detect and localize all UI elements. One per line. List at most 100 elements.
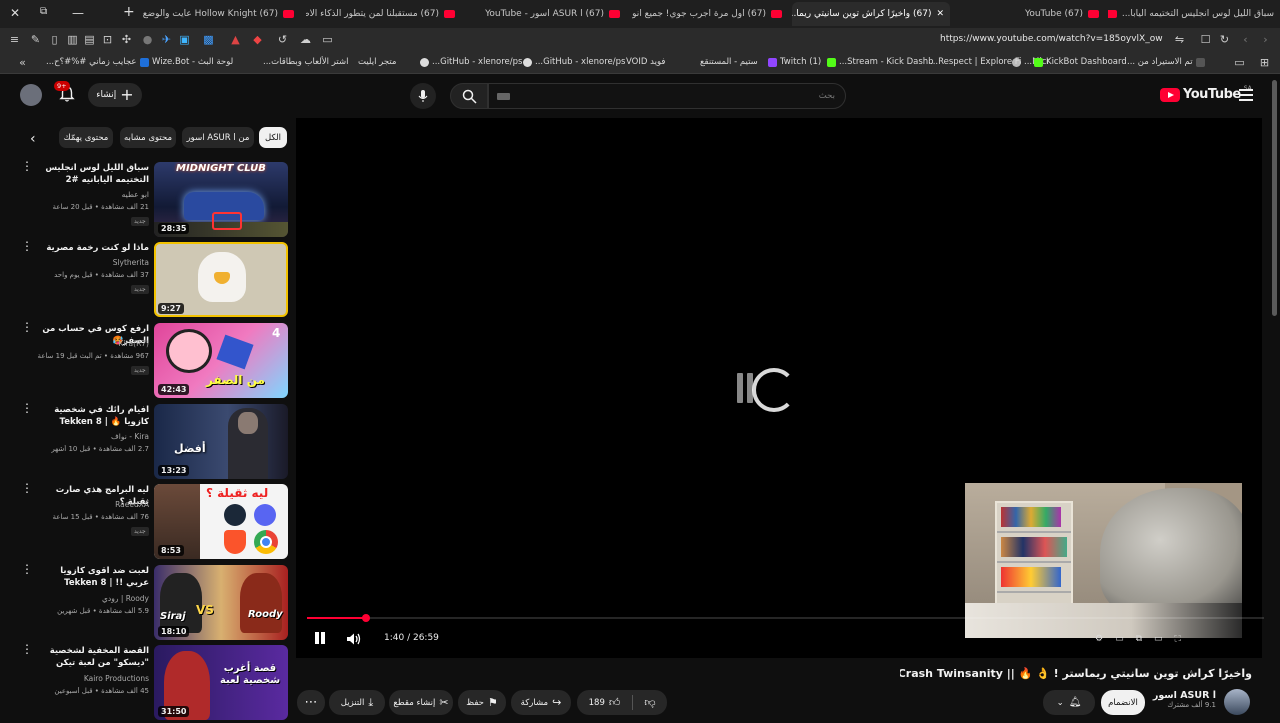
translate-ext-icon[interactable]: ▣ bbox=[178, 33, 191, 46]
more-actions-icon[interactable]: ⋮ bbox=[21, 160, 33, 172]
video-title[interactable]: افيام رائك في شخصية كازويا 🔥 | Tekken 8 bbox=[40, 404, 149, 428]
site-settings-icon[interactable]: ⇋ bbox=[1173, 33, 1186, 46]
capture-icon[interactable]: ⊡ bbox=[101, 33, 114, 46]
channel-avatar[interactable] bbox=[1224, 689, 1250, 715]
voice-search-button[interactable] bbox=[410, 83, 436, 109]
chip-similar[interactable]: محتوى مشابه bbox=[120, 127, 176, 148]
chip-from-channel[interactable]: من ASUR l اسور bbox=[182, 127, 254, 148]
video-title[interactable]: القصة المخفية لشخصية "ديسكو" من لعبة تيك… bbox=[40, 645, 149, 669]
adblock-ext-icon[interactable]: ▲ bbox=[229, 33, 242, 46]
more-actions-icon[interactable]: ⋮ bbox=[21, 402, 33, 414]
video-title[interactable]: ماذا لو كنت رخمة مصرية bbox=[40, 242, 149, 254]
list-item[interactable]: MIDNIGHT CLUB 28:35 سباق الليل لوس انجلي… bbox=[0, 160, 292, 240]
search-button[interactable] bbox=[450, 83, 488, 109]
video-title[interactable]: سباق الليل لوس انجليس التختيمه اليابانيه… bbox=[40, 162, 149, 186]
minimize-window-icon[interactable]: — bbox=[72, 6, 84, 20]
avatar[interactable] bbox=[20, 84, 42, 106]
progress-scrubber[interactable] bbox=[362, 614, 370, 622]
twitter-ext-icon[interactable]: ✈ bbox=[160, 33, 173, 46]
channel-name[interactable]: Roody | رودي bbox=[40, 594, 149, 603]
progress-track[interactable] bbox=[307, 614, 1264, 622]
dot-icon[interactable]: ● bbox=[141, 33, 154, 46]
bookmark-item[interactable]: تم الاستيراد من ... bbox=[1127, 57, 1205, 67]
close-tab-icon[interactable]: ✕ bbox=[936, 9, 944, 19]
bookmark-item[interactable]: اشتر الألعاب وبطاقات... bbox=[263, 57, 348, 67]
history-ext-icon[interactable]: ↺ bbox=[276, 33, 289, 46]
youtube-logo[interactable]: YouTube SA bbox=[1160, 85, 1252, 102]
more-actions-icon[interactable]: ⋮ bbox=[21, 321, 33, 333]
channel-name[interactable]: Kira - نواف bbox=[40, 432, 149, 441]
tab-current-video[interactable]: ✕ (67) واخيرًا كراش توين سانيتي ريما... bbox=[792, 2, 950, 26]
more-actions-icon[interactable]: ⋮ bbox=[21, 643, 33, 655]
bookmark-item[interactable]: Respect | Explore Fi... bbox=[930, 57, 1021, 67]
close-window-icon[interactable]: ✕ bbox=[10, 6, 20, 20]
search-input[interactable]: بحث bbox=[488, 83, 846, 109]
chip-all[interactable]: الكل bbox=[259, 127, 287, 148]
tab-midnight-club[interactable]: سباق الليل لوس انجليس التختيمه اليابا... bbox=[1108, 2, 1280, 26]
notifications-bell-icon[interactable]: 9+ bbox=[54, 81, 75, 103]
ublock-ext-icon[interactable]: ◆ bbox=[251, 33, 264, 46]
save-button[interactable]: ⚑ حفظ bbox=[458, 690, 506, 715]
list-item[interactable]: من الصفر 4 42:43 ارفع كوس في حساب من الص… bbox=[0, 321, 292, 401]
clip-button[interactable]: ✂ إنشاء مقطع bbox=[389, 690, 453, 715]
cast-ext-icon[interactable]: ▩ bbox=[202, 33, 215, 46]
bookmark-item[interactable]: متجر ايليت bbox=[358, 57, 396, 67]
join-button[interactable]: الانضمام bbox=[1101, 690, 1145, 715]
sidebar-icon[interactable]: ▯ bbox=[48, 33, 61, 46]
menu-icon[interactable]: ≡ bbox=[8, 33, 21, 46]
forward-icon[interactable]: › bbox=[1259, 33, 1272, 46]
channel-name[interactable]: Kira(R7) bbox=[40, 339, 149, 348]
theater-icon[interactable]: ▭ bbox=[1154, 634, 1175, 644]
bookmark-item[interactable]: فويد VOID bbox=[626, 57, 665, 67]
more-actions-icon[interactable]: ⋮ bbox=[21, 240, 33, 252]
more-actions-icon[interactable]: ⋮ bbox=[21, 563, 33, 575]
page-scrollbar[interactable] bbox=[1272, 80, 1277, 316]
subtitles-icon[interactable]: ▭ bbox=[1115, 634, 1136, 644]
chip-related-to-you[interactable]: محتوى يهمّك bbox=[59, 127, 113, 148]
bookmark-item[interactable]: Stream - Kick Dashb... bbox=[827, 57, 934, 67]
miniplayer-icon[interactable]: ⧉ bbox=[1136, 634, 1154, 644]
cloud-ext-icon[interactable]: ☁ bbox=[299, 33, 312, 46]
download-button[interactable]: ⤓ التنزيل bbox=[329, 690, 385, 715]
reader-icon[interactable]: ▤ bbox=[83, 33, 96, 46]
bookmark-icon[interactable]: ☐ bbox=[1199, 33, 1212, 46]
chevron-left-icon[interactable]: ‹ bbox=[30, 131, 36, 147]
bookmark-item[interactable]: GitHub - xlenore/ps... bbox=[420, 57, 522, 67]
tab-hollow-knight[interactable]: (67) Hollow Knight عايت والوضع ضياع ... bbox=[140, 2, 300, 26]
notification-subscribe-button[interactable]: 🔔︎ ⌄ bbox=[1043, 690, 1095, 715]
new-tab-icon[interactable]: + bbox=[123, 4, 135, 20]
channel-name[interactable]: RaeedXA bbox=[40, 500, 149, 509]
more-actions-icon[interactable]: ⋮ bbox=[21, 482, 33, 494]
dislike-icon[interactable]: 👎︎ bbox=[633, 696, 667, 709]
bookmark-item[interactable]: KickBot Dashboard bbox=[1034, 57, 1127, 67]
tab-youtube-home[interactable]: (67) YouTube bbox=[955, 2, 1105, 26]
list-item[interactable]: 9:27 ماذا لو كنت رخمة مصرية Slytherita 3… bbox=[0, 240, 292, 320]
bookmark-item[interactable]: Twitch (1) bbox=[768, 57, 821, 67]
bookmark-item[interactable]: لوحة البث - Wize.Bot bbox=[140, 57, 233, 67]
tab-ai-future[interactable]: (67) مستقبلنا لمن يتطور الذكاء الاصطن... bbox=[306, 2, 461, 26]
hamburger-menu-icon[interactable] bbox=[1239, 89, 1253, 101]
bookmark-item[interactable]: عجايب زماني #%#؟ح... bbox=[46, 57, 136, 67]
extensions-icon[interactable]: ✣ bbox=[120, 33, 133, 46]
channel-name[interactable]: ابو عطيه bbox=[40, 190, 149, 199]
share-button[interactable]: ↪ مشاركة bbox=[511, 690, 571, 715]
restore-window-icon[interactable]: ⧉ bbox=[40, 6, 47, 17]
volume-icon[interactable] bbox=[346, 631, 362, 645]
pause-icon[interactable] bbox=[314, 632, 326, 645]
like-button[interactable]: 👍︎ 189 bbox=[577, 696, 632, 709]
screen-ext-icon[interactable]: ▭ bbox=[321, 33, 334, 46]
pin-icon[interactable]: ✎ bbox=[29, 33, 42, 46]
settings-icon[interactable]: ⚙ bbox=[1095, 634, 1115, 644]
list-item[interactable]: VS Siraj Roody 18:10 لعبت ضد اقوى كازويا… bbox=[0, 563, 292, 643]
back-icon[interactable]: ‹ bbox=[1239, 33, 1252, 46]
more-actions-button[interactable]: ⋯ bbox=[297, 690, 325, 715]
reload-icon[interactable]: ↻ bbox=[1218, 33, 1231, 46]
channel-name[interactable]: Kairo Productions bbox=[40, 674, 149, 683]
keyboard-icon[interactable] bbox=[497, 93, 510, 100]
tab-asur-channel[interactable]: (67) ASUR l اسور - YouTube bbox=[466, 2, 626, 26]
list-item[interactable]: قصة أغرب شخصية لعبة 31:50 القصة المخفية … bbox=[0, 643, 292, 723]
split-view-icon[interactable]: ▥ bbox=[66, 33, 79, 46]
url-text[interactable]: https://www.youtube.com/watch?v=185oyvlX… bbox=[940, 34, 1163, 44]
channel-name-main[interactable]: ASUR l اسور bbox=[1150, 690, 1216, 701]
fullscreen-icon[interactable]: ⛶ bbox=[1175, 634, 1193, 644]
